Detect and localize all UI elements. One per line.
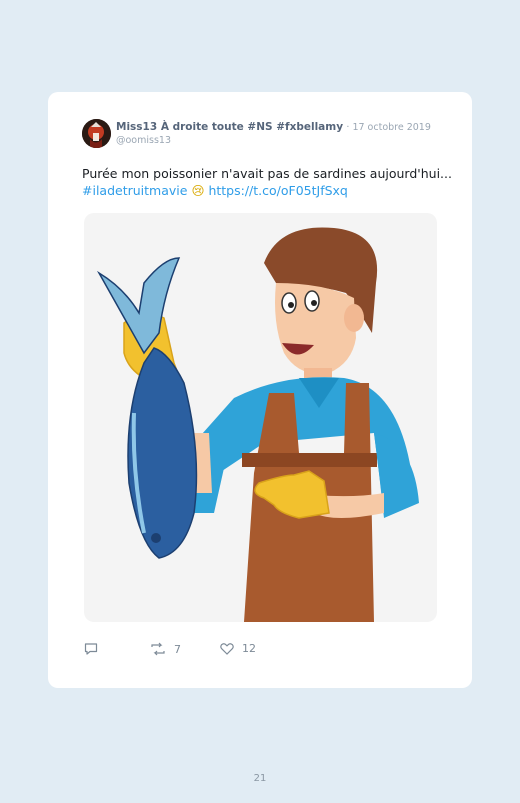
- tweet-link[interactable]: https://t.co/oF05tJfSxq: [208, 183, 347, 198]
- like-button[interactable]: 12: [220, 642, 256, 655]
- retweet-button[interactable]: 7: [150, 642, 181, 656]
- tweet-text: Purée mon poissonier n'avait pas de sard…: [82, 165, 452, 199]
- reply-button[interactable]: [84, 642, 106, 656]
- like-count: 12: [242, 642, 256, 655]
- reply-icon: [84, 643, 98, 655]
- author-name[interactable]: Miss13 À droite toute #NS #fxbellamy: [116, 121, 343, 133]
- heart-icon: [220, 643, 234, 655]
- tweet-text-line1: Purée mon poissonier n'avait pas de sard…: [82, 166, 452, 181]
- author-handle[interactable]: @oomiss13: [116, 135, 171, 146]
- fishmonger-illustration: [96, 227, 419, 622]
- author-line: Miss13 À droite toute #NS #fxbellamy · 1…: [116, 121, 431, 133]
- crying-emoji: 😢: [191, 183, 205, 198]
- tweet-text-line2: #iladetruitmavie 😢 https://t.co/oF05tJfS…: [82, 182, 452, 199]
- avatar[interactable]: [82, 119, 111, 148]
- tweet-card: Miss13 À droite toute #NS #fxbellamy · 1…: [48, 92, 472, 688]
- retweet-icon: [151, 642, 165, 656]
- tweet-actions: 7 12: [84, 642, 444, 660]
- page-number: 21: [253, 773, 267, 784]
- avatar-image: [82, 119, 111, 148]
- tweet-date[interactable]: · 17 octobre 2019: [346, 122, 431, 133]
- tweet-media-image[interactable]: [84, 213, 437, 622]
- retweet-count: 7: [174, 642, 181, 656]
- hashtag-link[interactable]: #iladetruitmavie: [82, 183, 187, 198]
